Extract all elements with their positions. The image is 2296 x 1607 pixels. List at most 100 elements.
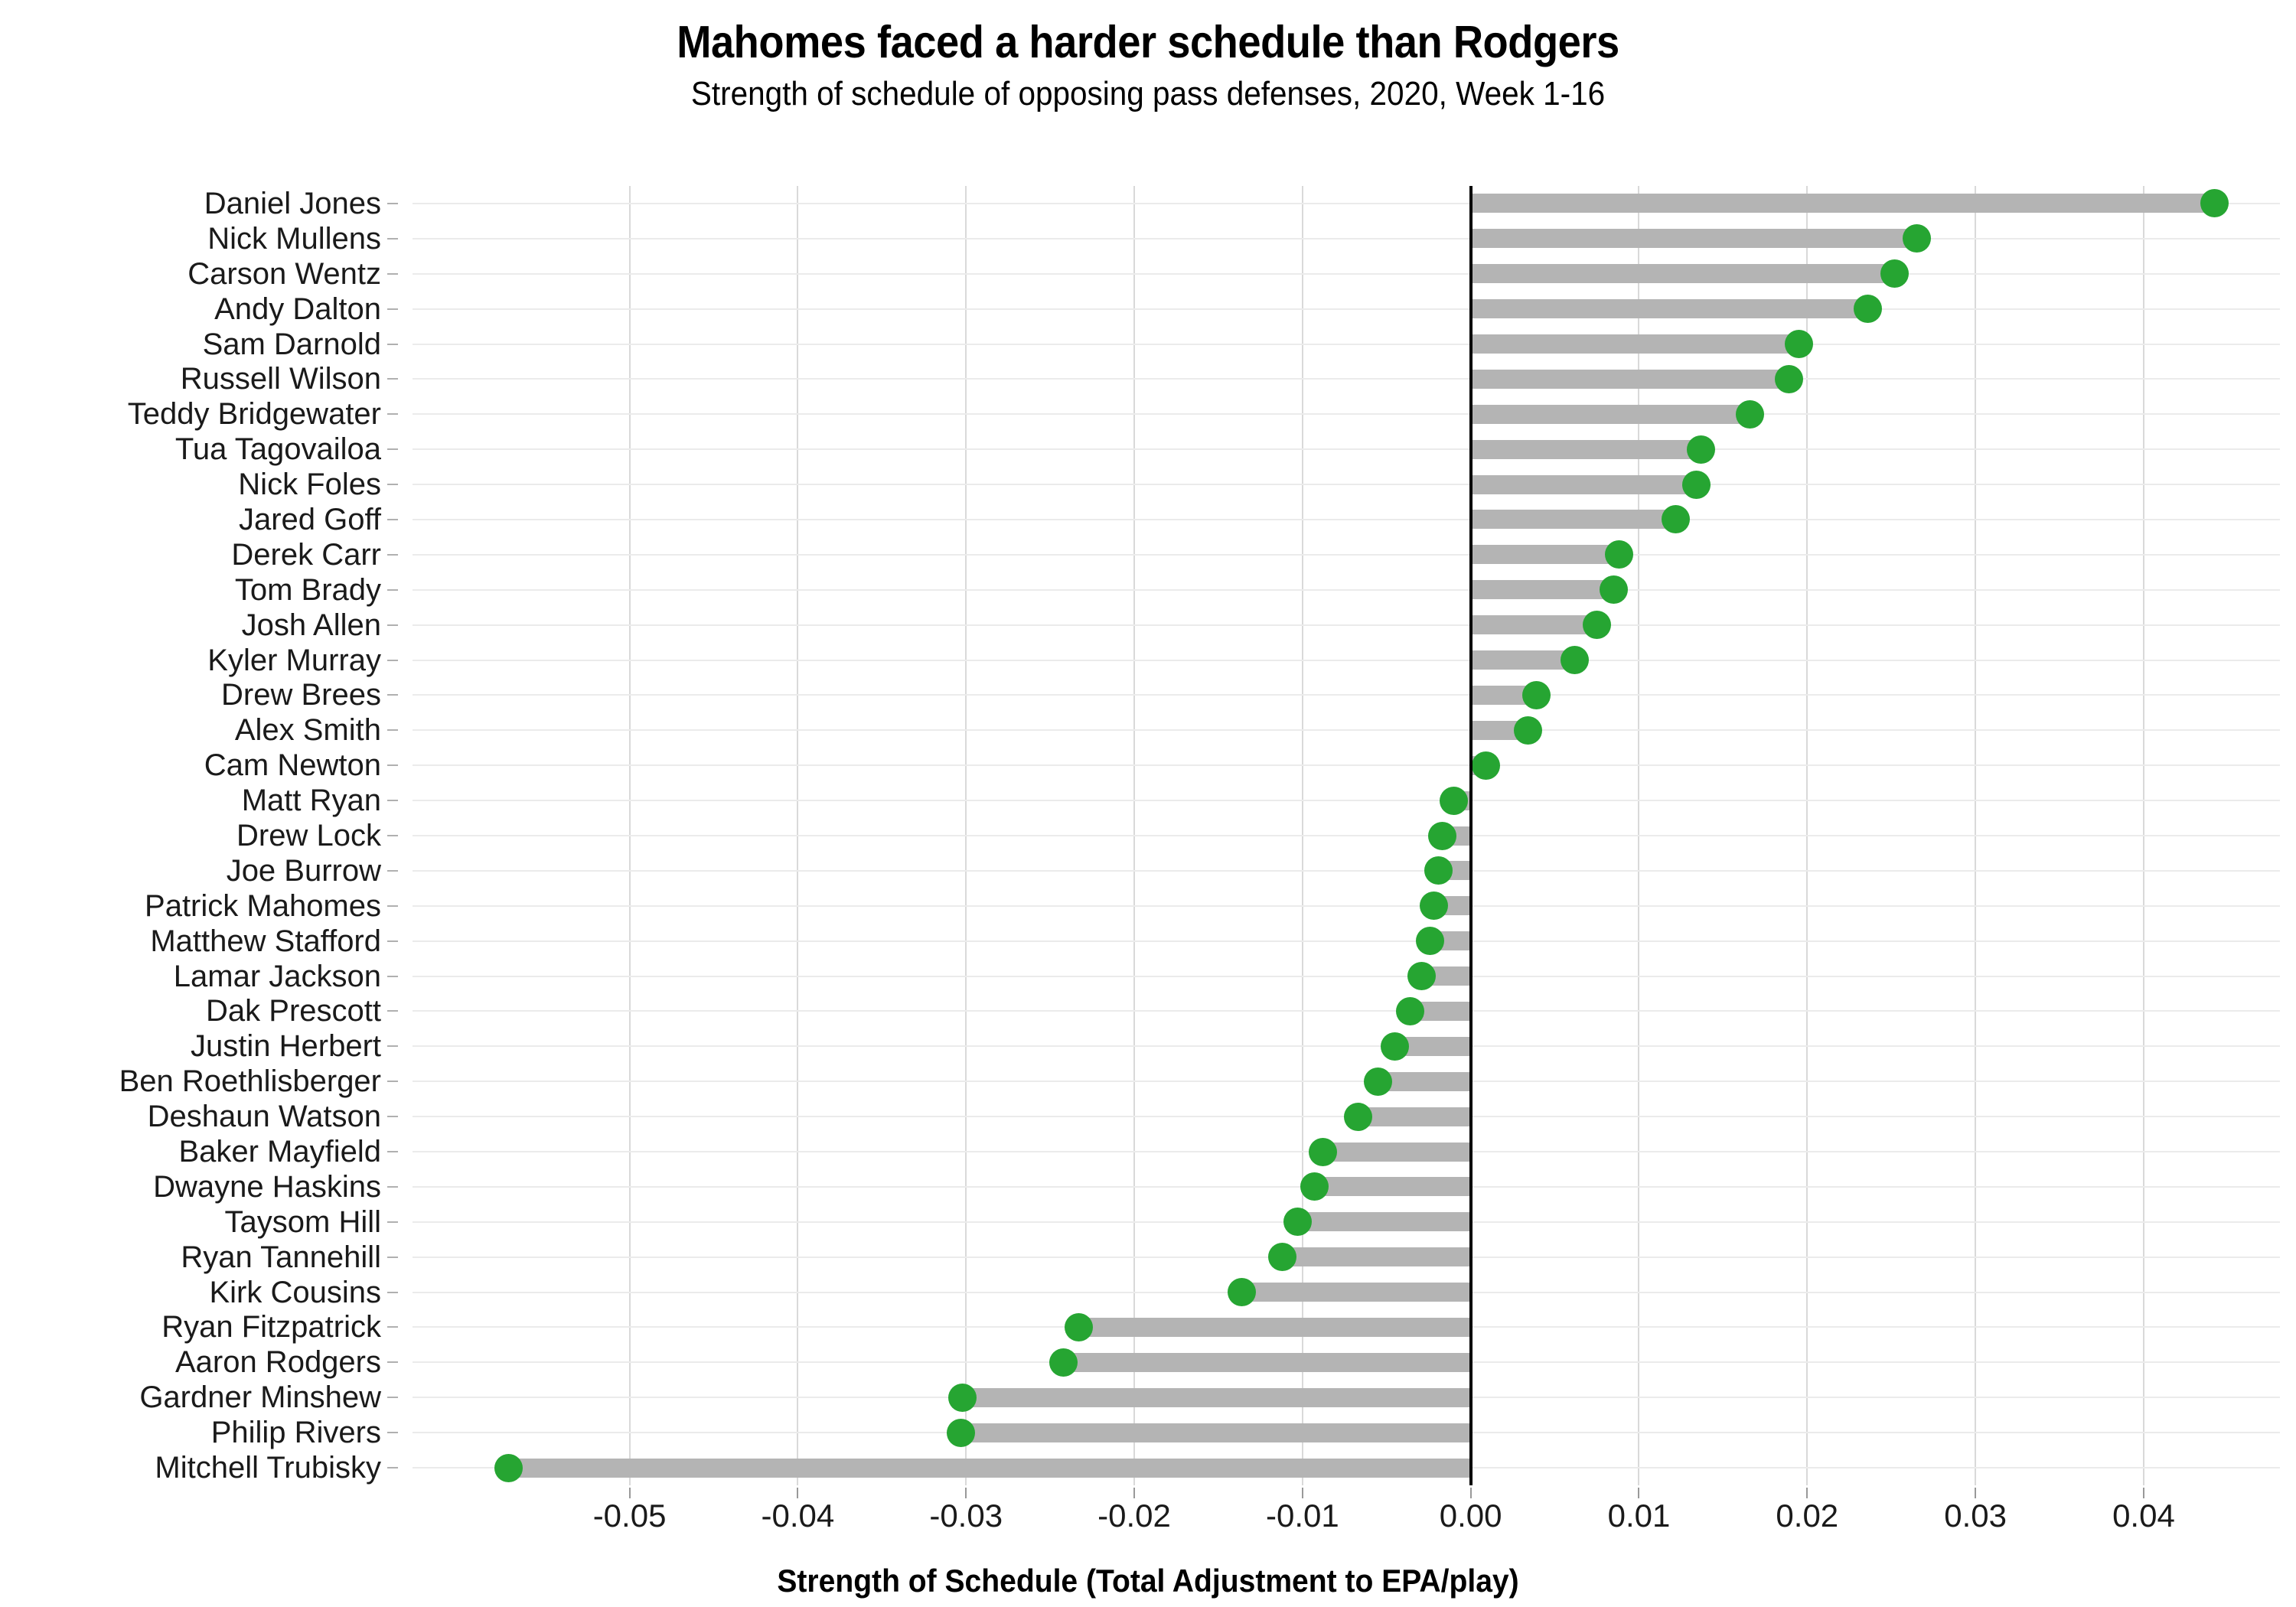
y-axis-tick-label: Gardner Minshew [139,1380,381,1415]
y-axis-tick [387,484,398,486]
lollipop-stem [1322,1142,1471,1162]
y-axis-tick [387,553,398,556]
y-axis-tick-label: Justin Herbert [191,1029,381,1064]
x-axis-tick-label: -0.02 [1097,1498,1171,1534]
lollipop-stem [1470,439,1701,459]
y-axis-tick-label: Matt Ryan [241,784,381,818]
y-axis-tick-label: Mitchell Trubisky [155,1451,381,1485]
y-axis-tick-label: Patrick Mahomes [145,888,381,923]
y-axis-tick-label: Daniel Jones [204,186,381,220]
data-point-marker [1364,1067,1393,1096]
y-gridline [413,940,2280,942]
y-axis-tick [387,1467,398,1469]
data-point-marker [1396,996,1425,1025]
data-point-marker [1902,224,1931,253]
data-point-marker [1604,540,1633,569]
y-axis-tick-label: Nick Foles [238,468,381,502]
y-axis-tick-label: Kirk Cousins [209,1275,381,1309]
y-axis-tick [387,1361,398,1364]
title-block: Mahomes faced a harder schedule than Rod… [0,0,2296,111]
y-axis-tick [387,764,398,767]
y-axis-tick-label: Andy Dalton [214,292,381,326]
y-axis-tick [387,1116,398,1118]
data-point-marker [1600,575,1628,605]
lollipop-stem [1470,299,1868,319]
x-axis-tick [628,1488,631,1498]
data-point-marker [947,1418,976,1447]
y-axis-tick [387,800,398,802]
y-axis-tick-label: Joe Burrow [226,853,381,888]
lollipop-stem [1241,1283,1471,1302]
data-point-marker [1049,1348,1078,1377]
y-axis-tick [387,588,398,591]
y-axis-tick-label: Nick Mullens [207,221,381,256]
y-axis-tick-label: Drew Lock [236,819,381,852]
data-point-marker [1427,821,1456,850]
lollipop-stem [508,1458,1471,1478]
y-axis-tick [387,518,398,520]
data-point-marker [1784,330,1813,358]
y-gridline [413,378,2280,380]
data-point-marker [1064,1312,1093,1341]
lollipop-stem [1470,229,1917,249]
x-axis-tick-label: 0.04 [2112,1498,2175,1534]
y-axis-tick [387,343,398,345]
x-axis-tick-label: -0.03 [929,1498,1003,1534]
y-axis-tick [387,1045,398,1048]
data-point-marker [1308,1137,1337,1166]
y-axis-tick [387,1010,398,1012]
y-gridline [413,1010,2280,1012]
y-axis-tick-label: Taysom Hill [224,1204,381,1239]
x-axis-tick [1469,1488,1472,1498]
y-axis-tick-label: Jared Goff [238,502,381,536]
x-axis-tick [1638,1488,1640,1498]
x-axis-labels: -0.05 -0.04 -0.03 -0.02 -0.01 0.00 0.01 0.02 0.0… [0,1488,2296,1553]
x-axis-tick-label: 0.01 [1607,1498,1671,1534]
chart-subtitle: Strength of schedule of opposing pass de… [690,75,1606,112]
data-point-marker [2200,189,2229,218]
x-axis-tick [2142,1488,2144,1498]
y-axis-tick-label: Carson Wentz [188,256,381,291]
data-point-marker [1880,259,1910,288]
data-point-marker [1267,1243,1296,1272]
lollipop-stem [1470,334,1799,354]
y-axis-tick-label: Ryan Fitzpatrick [161,1310,381,1345]
data-point-marker [1561,646,1590,675]
y-axis-tick-label: Josh Allen [241,608,381,642]
y-gridline [413,659,2280,661]
lollipop-stem [1078,1317,1471,1337]
y-gridline [413,553,2280,556]
y-gridline [413,869,2280,872]
page-title: Mahomes faced a harder schedule than Rod… [677,17,1619,67]
y-gridline [413,343,2280,345]
y-axis-tick [387,413,398,416]
y-axis-tick-label: Tom Brady [234,572,381,607]
lollipop-stem [1470,264,1895,284]
y-axis-tick [387,940,398,942]
lollipop-stem [962,1387,1471,1407]
data-point-marker [1471,751,1500,780]
y-axis-tick-label: Aaron Rodgers [174,1345,381,1380]
data-point-marker [1853,295,1882,324]
lollipop-stem [1470,650,1575,670]
y-axis-tick [387,869,398,872]
y-axis-tick-label: Baker Mayfield [178,1135,381,1169]
lollipop-stem [1470,474,1697,494]
y-gridline [413,975,2280,977]
x-axis-tick [797,1488,799,1498]
y-axis-tick [387,237,398,240]
y-gridline [413,308,2280,310]
y-axis-tick [387,624,398,626]
y-axis-tick [387,202,398,204]
y-gridline [413,729,2280,732]
data-point-marker [1774,364,1803,393]
y-gridline [413,518,2280,520]
y-axis-tick [387,1291,398,1293]
y-gridline [413,484,2280,486]
zero-reference-line [1469,186,1473,1485]
lollipop-stem [1470,510,1676,530]
lollipop-stem [1314,1177,1471,1197]
data-point-marker [1424,856,1453,885]
y-axis-tick-label: Tua Tagovailoa [174,432,381,467]
y-axis-tick-label: Teddy Bridgewater [127,397,381,432]
